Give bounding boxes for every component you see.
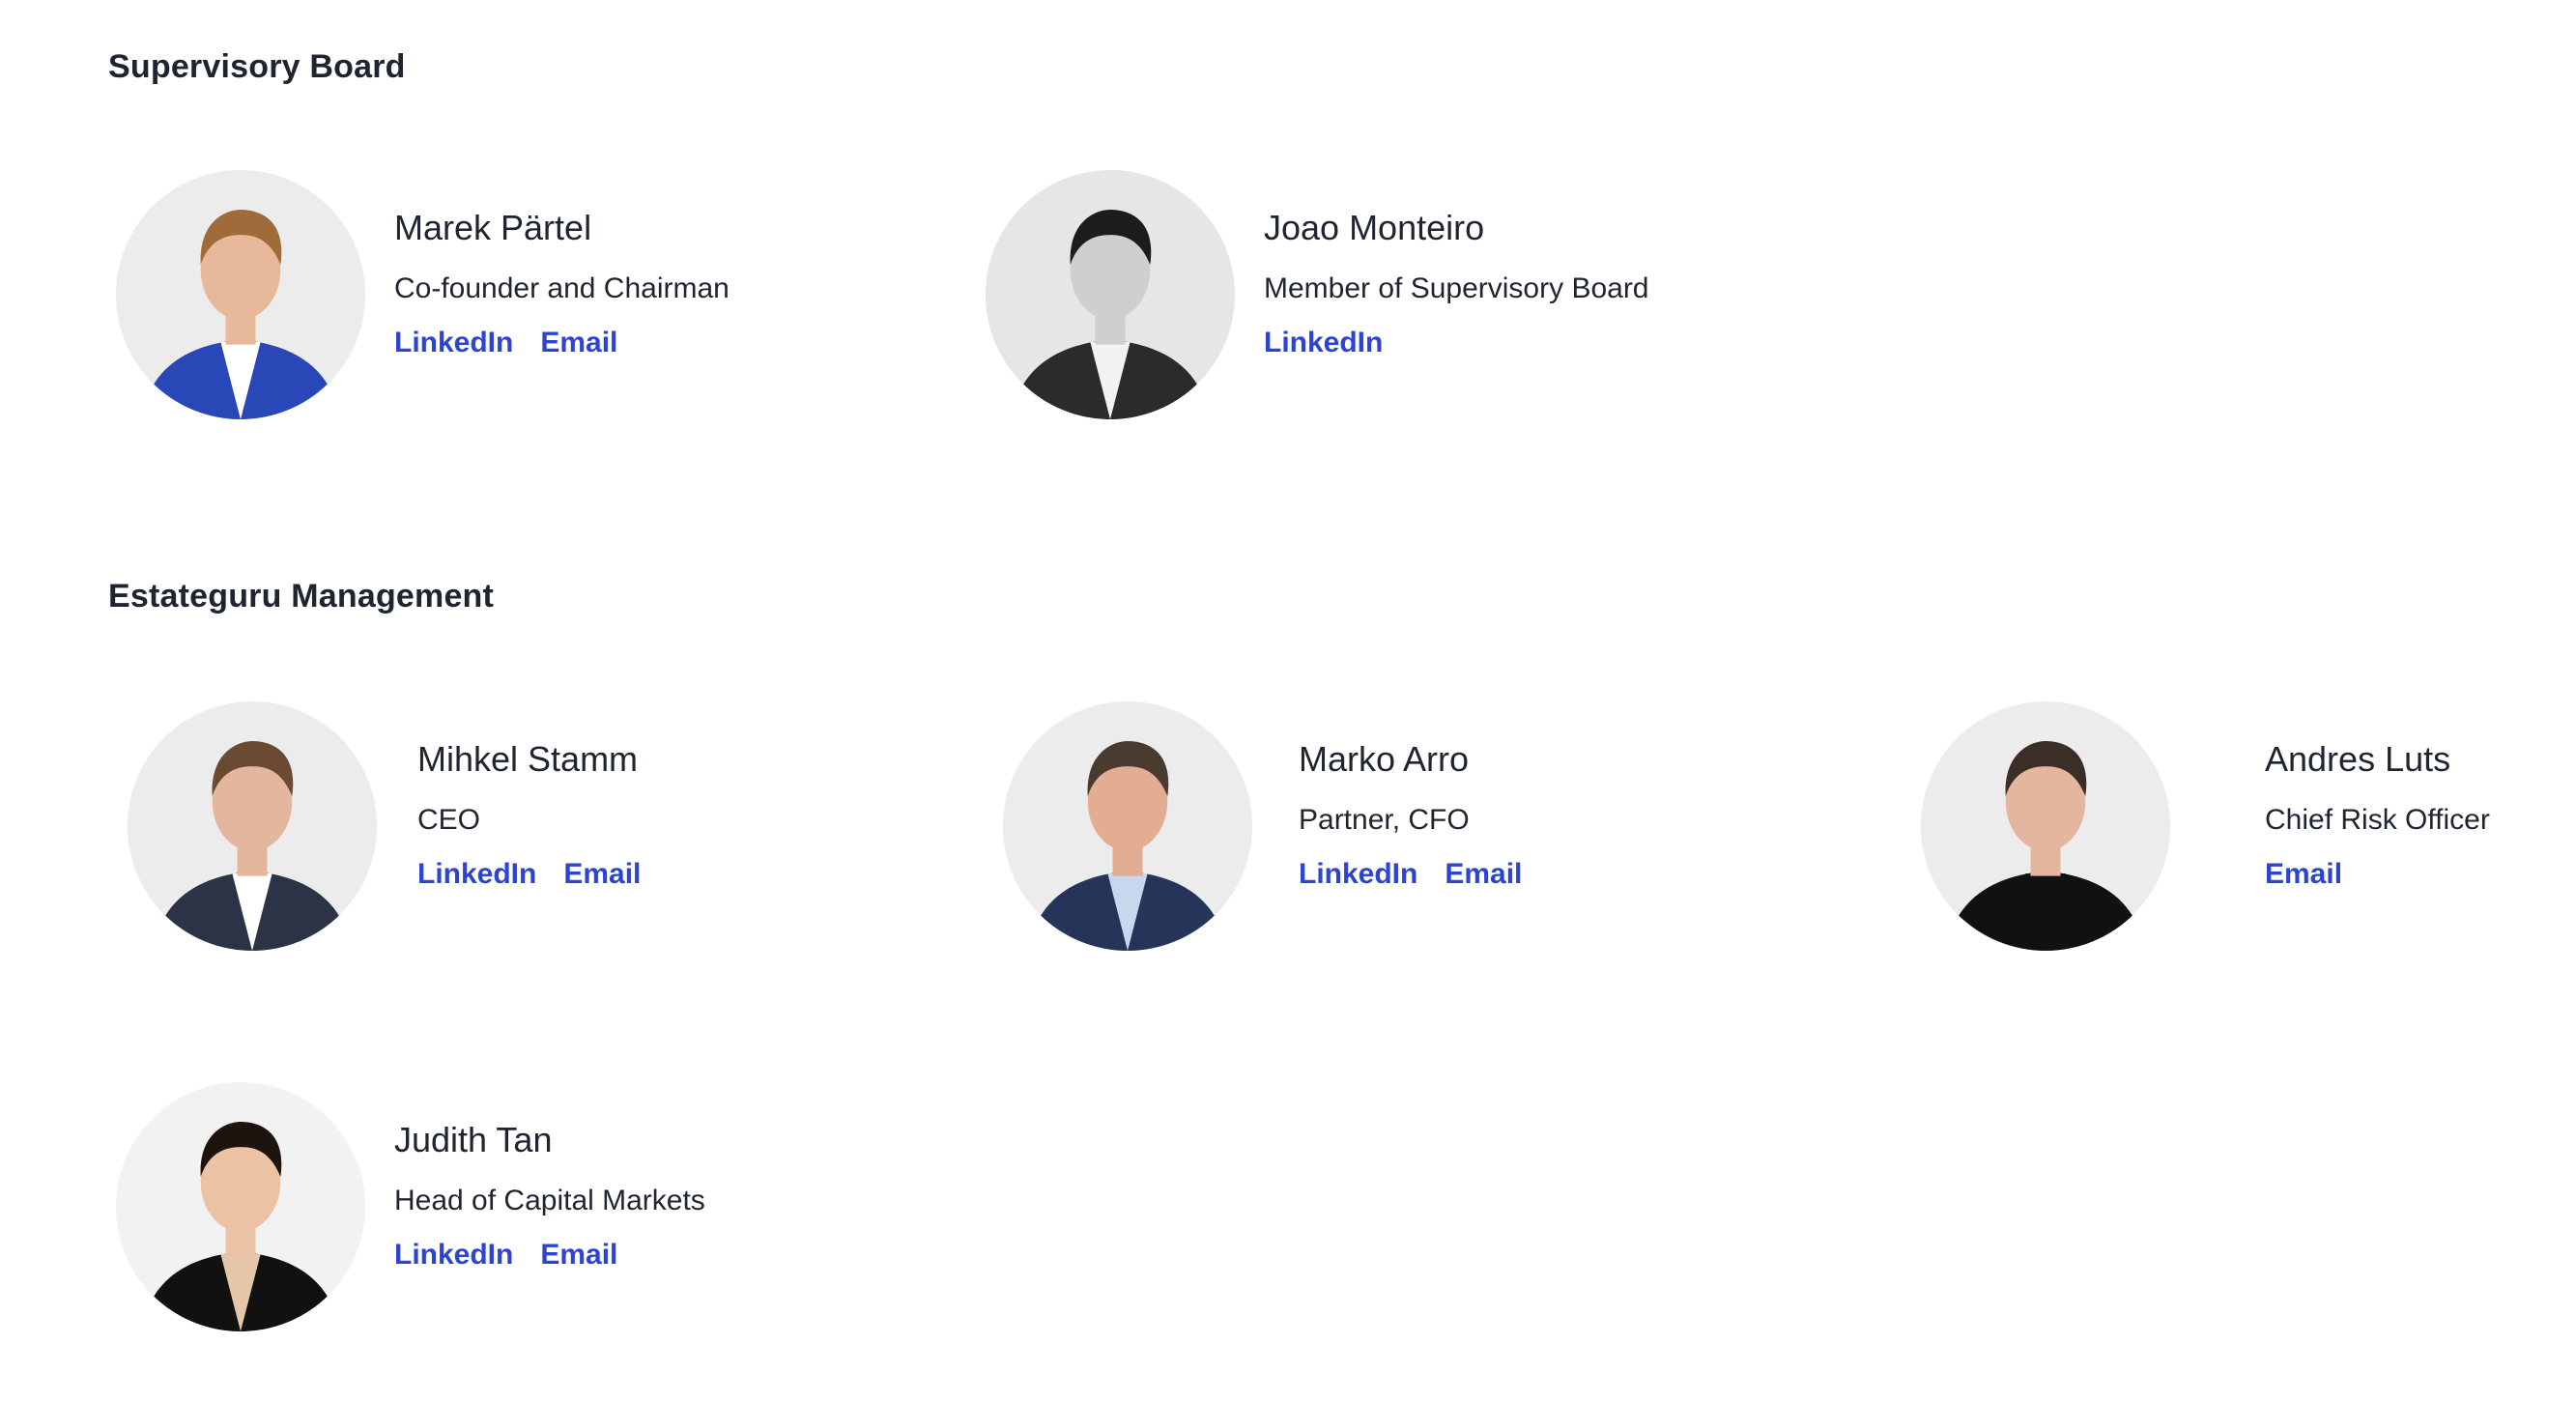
linkedin-link[interactable]: LinkedIn (1264, 329, 1383, 357)
member-links: LinkedIn Email (417, 860, 641, 889)
member-name: Judith Tan (394, 1120, 553, 1159)
member-info: Andres Luts Chief Risk Officer Email (2265, 742, 2490, 889)
avatar (986, 170, 1235, 419)
email-link[interactable]: Email (1445, 860, 1522, 889)
member-links: LinkedIn Email (394, 1241, 705, 1270)
member-name: Andres Luts (2265, 739, 2451, 779)
section-title-estateguru-management: Estateguru Management (108, 578, 495, 615)
email-link[interactable]: Email (540, 329, 617, 357)
member-role: CEO (417, 804, 481, 836)
portrait-photo (986, 170, 1235, 419)
member-info: Marko Arro Partner, CFO LinkedIn Email (1299, 742, 1522, 889)
section-title-supervisory-board: Supervisory Board (108, 48, 406, 85)
portrait-photo (1921, 701, 2170, 951)
portrait-photo (116, 170, 365, 419)
member-links: Email (2265, 860, 2490, 889)
email-link[interactable]: Email (563, 860, 641, 889)
member-name: Mihkel Stamm (417, 739, 639, 779)
avatar (1921, 701, 2170, 951)
member-links: LinkedIn (1264, 329, 1649, 357)
member-role: Member of Supervisory Board (1264, 272, 1649, 304)
portrait-photo (128, 701, 377, 951)
portrait-photo (116, 1082, 365, 1331)
member-info: Judith Tan Head of Capital Markets Linke… (394, 1123, 705, 1270)
member-name: Joao Monteiro (1264, 208, 1485, 247)
linkedin-link[interactable]: LinkedIn (394, 329, 513, 357)
avatar (128, 701, 377, 951)
portrait-photo (1003, 701, 1252, 951)
member-info: Joao Monteiro Member of Supervisory Boar… (1264, 211, 1649, 357)
member-name: Marek Pärtel (394, 208, 592, 247)
email-link[interactable]: Email (2265, 860, 2342, 889)
member-links: LinkedIn Email (1299, 860, 1522, 889)
member-role: Chief Risk Officer (2265, 804, 2490, 836)
member-role: Partner, CFO (1299, 804, 1470, 836)
avatar (116, 170, 365, 419)
member-links: LinkedIn Email (394, 329, 730, 357)
avatar (1003, 701, 1252, 951)
avatar (116, 1082, 365, 1331)
member-role: Co-founder and Chairman (394, 272, 730, 304)
member-info: Mihkel Stamm CEO LinkedIn Email (417, 742, 641, 889)
member-name: Marko Arro (1299, 739, 1470, 779)
linkedin-link[interactable]: LinkedIn (1299, 860, 1417, 889)
linkedin-link[interactable]: LinkedIn (394, 1241, 513, 1270)
member-role: Head of Capital Markets (394, 1185, 705, 1216)
linkedin-link[interactable]: LinkedIn (417, 860, 536, 889)
email-link[interactable]: Email (540, 1241, 617, 1270)
member-info: Marek Pärtel Co-founder and Chairman Lin… (394, 211, 730, 357)
